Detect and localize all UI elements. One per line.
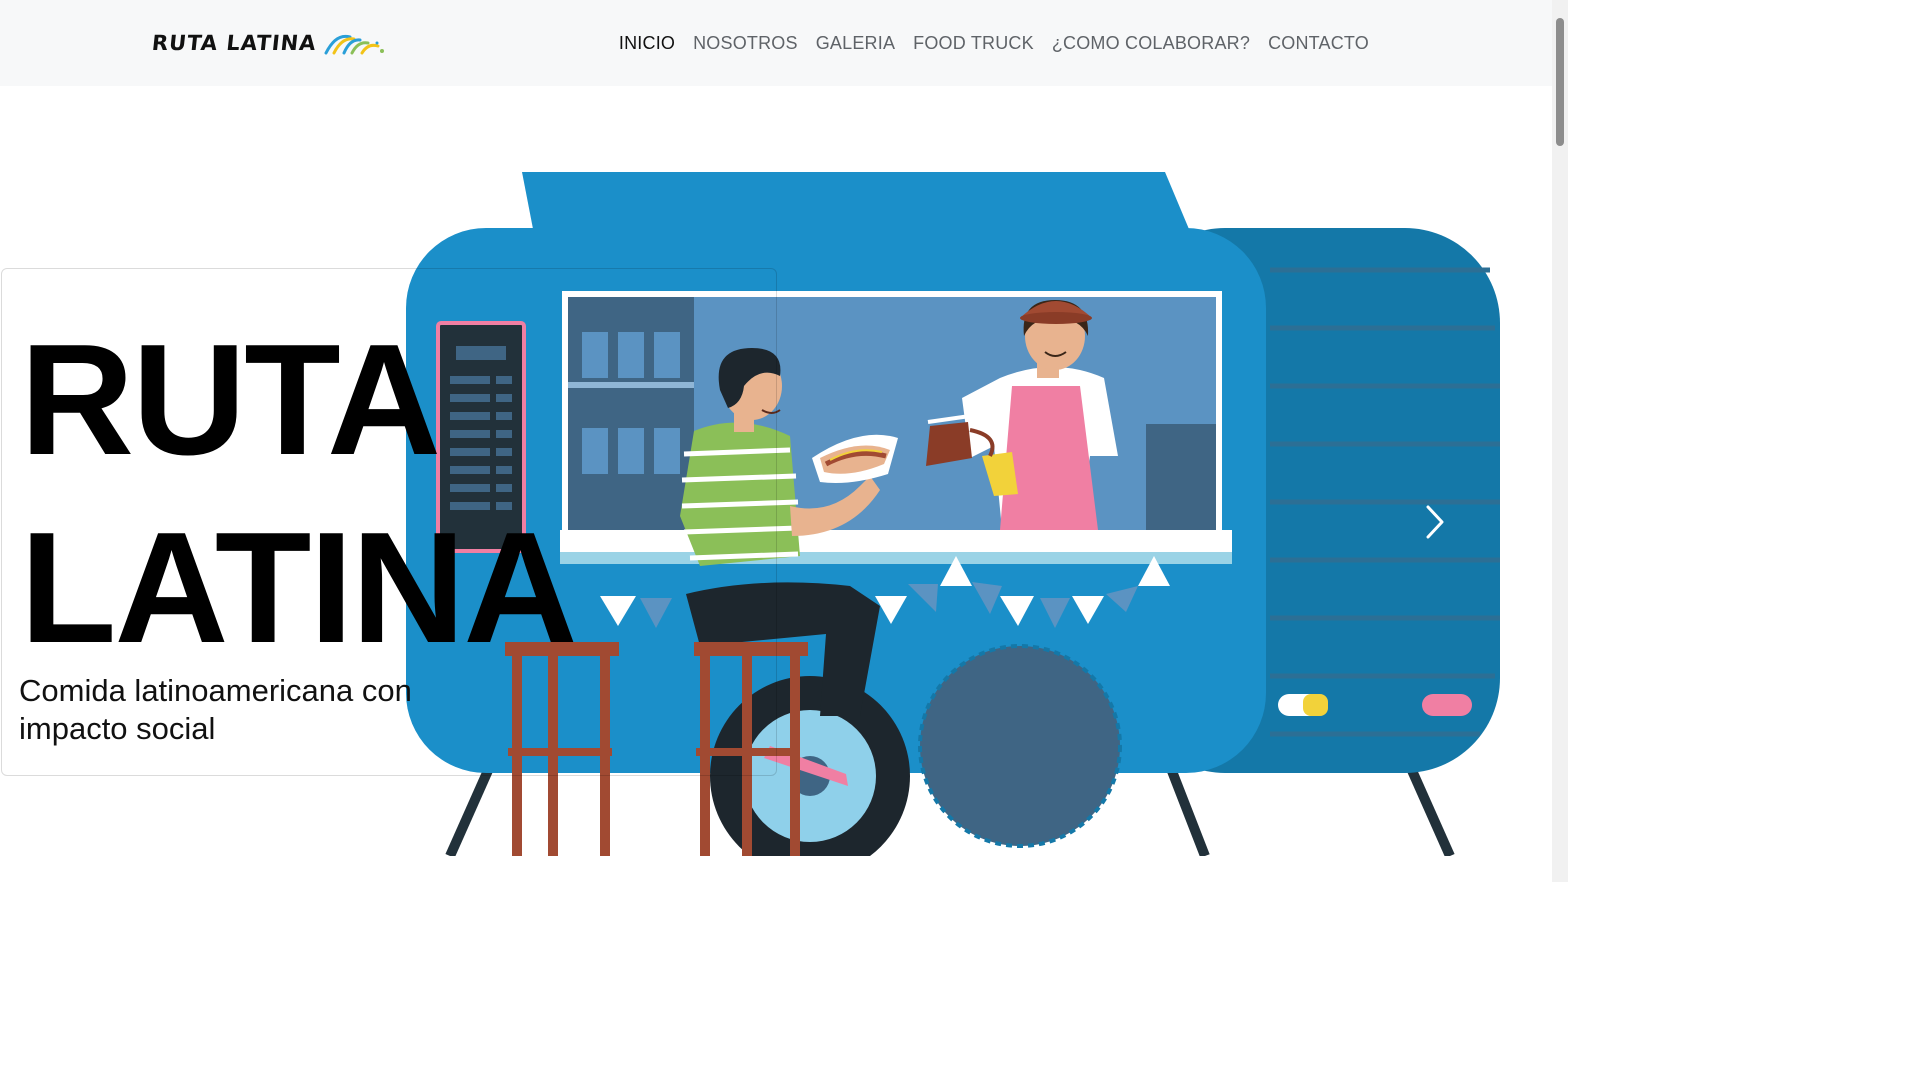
hero-title-line2: LATINA [20, 500, 578, 676]
chevron-right-icon [1426, 505, 1444, 539]
top-navbar: RUTA LATINA INICIO NOSOTROS GALERIA FOOD… [0, 0, 1552, 86]
hero-title: RUTA LATINA [20, 306, 578, 682]
main-nav: INICIO NOSOTROS GALERIA FOOD TRUCK ¿COMO… [610, 30, 1378, 56]
hero-carousel: RUTA LATINA Comida latinoamericana con im… [0, 86, 1552, 856]
page-scrollbar[interactable] [1552, 0, 1568, 882]
nav-link-contacto[interactable]: CONTACTO [1259, 30, 1378, 56]
nav-link-inicio[interactable]: INICIO [610, 30, 684, 56]
nav-link-nosotros[interactable]: NOSOTROS [684, 30, 807, 56]
carousel-next-button[interactable] [1415, 496, 1455, 548]
hero-subtitle: Comida latinoamericana con impacto socia… [19, 673, 412, 746]
hero-title-line1: RUTA [20, 312, 441, 488]
scrollbar-thumb[interactable] [1556, 18, 1564, 146]
nav-link-como-colaborar[interactable]: ¿COMO COLABORAR? [1043, 30, 1259, 56]
nav-link-galeria[interactable]: GALERIA [807, 30, 904, 56]
nav-link-food-truck[interactable]: FOOD TRUCK [904, 30, 1043, 56]
brand-logo-link[interactable]: RUTA LATINA [150, 27, 386, 59]
brand-logo-text: RUTA LATINA [150, 31, 318, 55]
rainbow-arc-icon [324, 34, 385, 55]
